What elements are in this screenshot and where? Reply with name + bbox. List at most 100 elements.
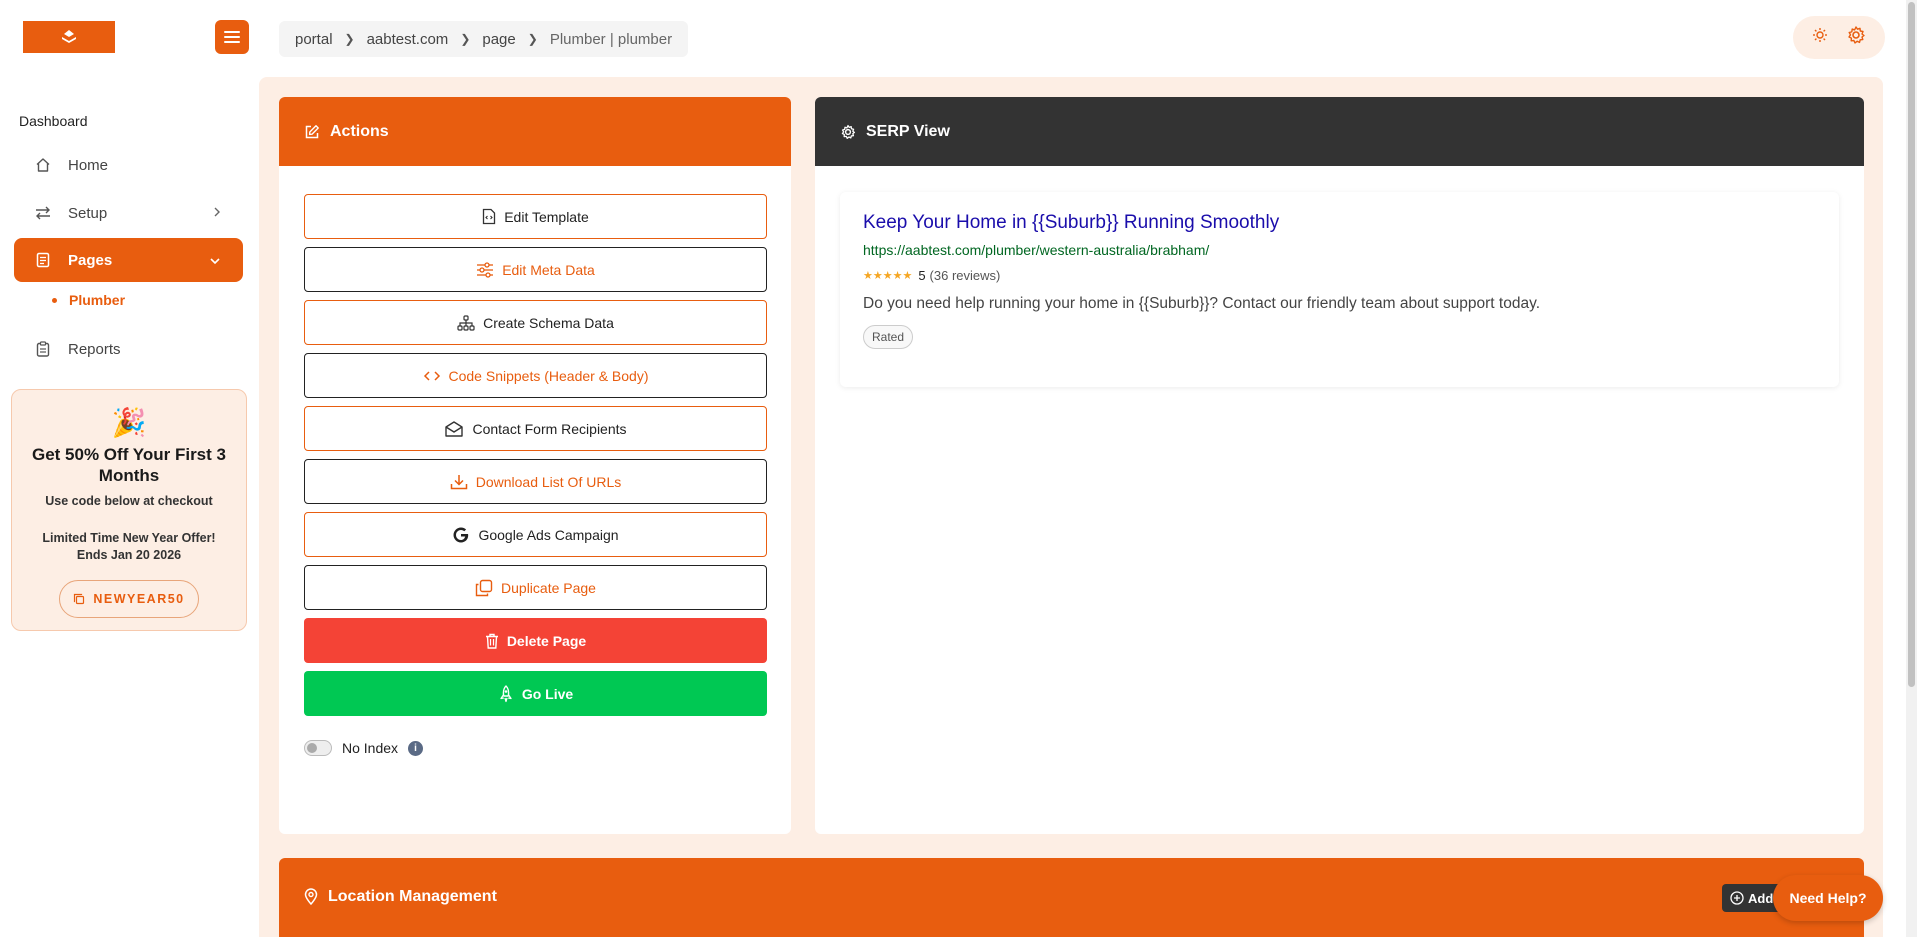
breadcrumb: portal ❯ aabtest.com ❯ page ❯ Plumber | … <box>279 21 689 57</box>
rating-value: 5 <box>918 268 926 283</box>
promo-title: Get 50% Off Your First 3 Months <box>32 445 226 485</box>
actions-card-header: Actions <box>279 97 791 166</box>
copy-icon <box>475 579 493 596</box>
actions-card-title: Actions <box>330 122 389 140</box>
serp-card-title: SERP View <box>866 122 950 140</box>
plus-circle-icon <box>1730 891 1744 905</box>
serp-url: https://aabtest.com/plumber/western-aust… <box>863 242 1210 258</box>
button-label: Download List Of URLs <box>475 473 622 490</box>
info-icon[interactable]: i <box>408 740 424 756</box>
need-help-button[interactable]: Need Help? <box>1773 875 1883 921</box>
gear-icon <box>1848 26 1865 44</box>
breadcrumb-item[interactable]: page <box>482 31 515 48</box>
serp-rating: ★★★★★ 5 (36 reviews) <box>863 268 1816 283</box>
sun-icon <box>1813 28 1827 42</box>
add-label: Add <box>1748 890 1774 906</box>
hamburger-icon <box>224 31 240 43</box>
promo-subtitle: Use code below at checkout <box>45 494 213 508</box>
sidebar-item-reports[interactable]: Reports <box>14 327 243 371</box>
swap-icon <box>34 204 52 222</box>
promo-offer-line: Limited Time New Year Offer! <box>42 531 216 545</box>
copy-icon <box>74 593 85 605</box>
copy-code-button[interactable]: NEWYEAR50 <box>59 580 199 618</box>
sidebar-heading: Dashboard <box>19 113 88 129</box>
no-index-row: No Index i <box>304 740 424 756</box>
map-pin-icon <box>304 888 318 905</box>
actions-card: Actions Edit Template Edit Meta Data Cre… <box>279 97 791 834</box>
scrollbar-thumb[interactable] <box>1908 2 1915 687</box>
edit-template-button[interactable]: Edit Template <box>304 194 767 239</box>
code-snippets-button[interactable]: Code Snippets (Header & Body) <box>304 353 767 398</box>
home-icon <box>34 156 52 174</box>
review-count: (36 reviews) <box>929 268 1001 283</box>
envelope-icon <box>445 420 464 437</box>
serp-title-link[interactable]: Keep Your Home in {{Suburb}} Running Smo… <box>863 212 1816 234</box>
serp-card-header: SERP View <box>815 97 1864 166</box>
promo-offer-line: Ends Jan 20 2026 <box>76 548 182 562</box>
promo-offer: Limited Time New Year Offer! Ends Jan 20… <box>12 530 246 564</box>
serp-view-card: SERP View Keep Your Home in {{Suburb}} R… <box>815 97 1864 834</box>
button-label: Go Live <box>521 685 574 702</box>
delete-page-button[interactable]: Delete Page <box>304 618 767 663</box>
trash-icon <box>485 633 498 649</box>
download-icon <box>450 474 467 489</box>
rated-badge: Rated <box>863 325 914 349</box>
settings-button[interactable] <box>1846 25 1866 50</box>
chevron-down-icon <box>209 252 221 269</box>
promo-card: 🎉 Get 50% Off Your First 3 Months Use co… <box>11 389 247 631</box>
sidebar-subitem-label: Plumber <box>69 292 126 308</box>
logo-icon <box>62 30 76 43</box>
sidebar-subitem-plumber[interactable]: Plumber <box>52 292 125 308</box>
chevron-right-icon: ❯ <box>344 32 355 46</box>
star-rating-icon: ★★★★★ <box>863 270 913 282</box>
edit-meta-data-button[interactable]: Edit Meta Data <box>304 247 767 292</box>
sidebar-item-label: Reports <box>68 340 121 358</box>
theme-toggle-button[interactable] <box>1812 27 1828 48</box>
google-ads-campaign-button[interactable]: Google Ads Campaign <box>304 512 767 557</box>
duplicate-page-button[interactable]: Duplicate Page <box>304 565 767 610</box>
breadcrumb-item[interactable]: portal <box>295 31 333 48</box>
sliders-icon <box>477 261 494 278</box>
download-urls-button[interactable]: Download List Of URLs <box>304 459 767 504</box>
page-scrollbar[interactable] <box>1906 0 1917 937</box>
edit-icon <box>305 124 319 138</box>
sidebar-item-label: Home <box>68 156 109 174</box>
brand-logo[interactable] <box>23 21 115 53</box>
clipboard-icon <box>34 340 52 358</box>
breadcrumb-item[interactable]: aabtest.com <box>367 31 449 48</box>
chevron-right-icon: ❯ <box>460 32 471 46</box>
button-label: Google Ads Campaign <box>478 526 619 543</box>
no-index-toggle[interactable] <box>304 740 332 756</box>
bullet-dot <box>52 297 57 303</box>
location-management-card: Location Management <box>279 858 1864 937</box>
button-label: Edit Template <box>504 208 589 225</box>
menu-toggle-button[interactable] <box>215 20 249 54</box>
button-label: Code Snippets (Header & Body) <box>448 367 649 384</box>
button-label: Duplicate Page <box>501 579 596 596</box>
go-live-button[interactable]: Go Live <box>304 671 767 716</box>
sidebar-item-pages[interactable]: Pages <box>14 238 243 282</box>
top-right-actions <box>1793 16 1885 59</box>
chevron-right-icon <box>213 205 221 222</box>
sidebar-item-label: Setup <box>68 204 108 222</box>
button-label: Create Schema Data <box>483 314 614 331</box>
google-icon <box>453 527 469 542</box>
sidebar-item-home[interactable]: Home <box>14 143 243 187</box>
party-popper-icon: 🎉 <box>111 407 147 438</box>
document-icon <box>34 251 52 269</box>
sidebar-item-label: Pages <box>68 251 113 269</box>
sitemap-icon <box>457 314 475 331</box>
contact-form-recipients-button[interactable]: Contact Form Recipients <box>304 406 767 451</box>
serp-result: Keep Your Home in {{Suburb}} Running Smo… <box>840 192 1839 387</box>
rocket-icon <box>500 684 512 702</box>
button-label: Delete Page <box>506 632 587 649</box>
sidebar-item-setup[interactable]: Setup <box>14 191 243 235</box>
gear-icon <box>841 124 856 139</box>
breadcrumb-current: Plumber | plumber <box>549 30 673 48</box>
promo-code: NEWYEAR50 <box>93 592 185 606</box>
serp-description: Do you need help running your home in {{… <box>863 295 1540 312</box>
button-label: Contact Form Recipients <box>472 420 627 437</box>
button-label: Edit Meta Data <box>502 261 595 278</box>
no-index-label: No Index <box>342 740 399 756</box>
create-schema-data-button[interactable]: Create Schema Data <box>304 300 767 345</box>
